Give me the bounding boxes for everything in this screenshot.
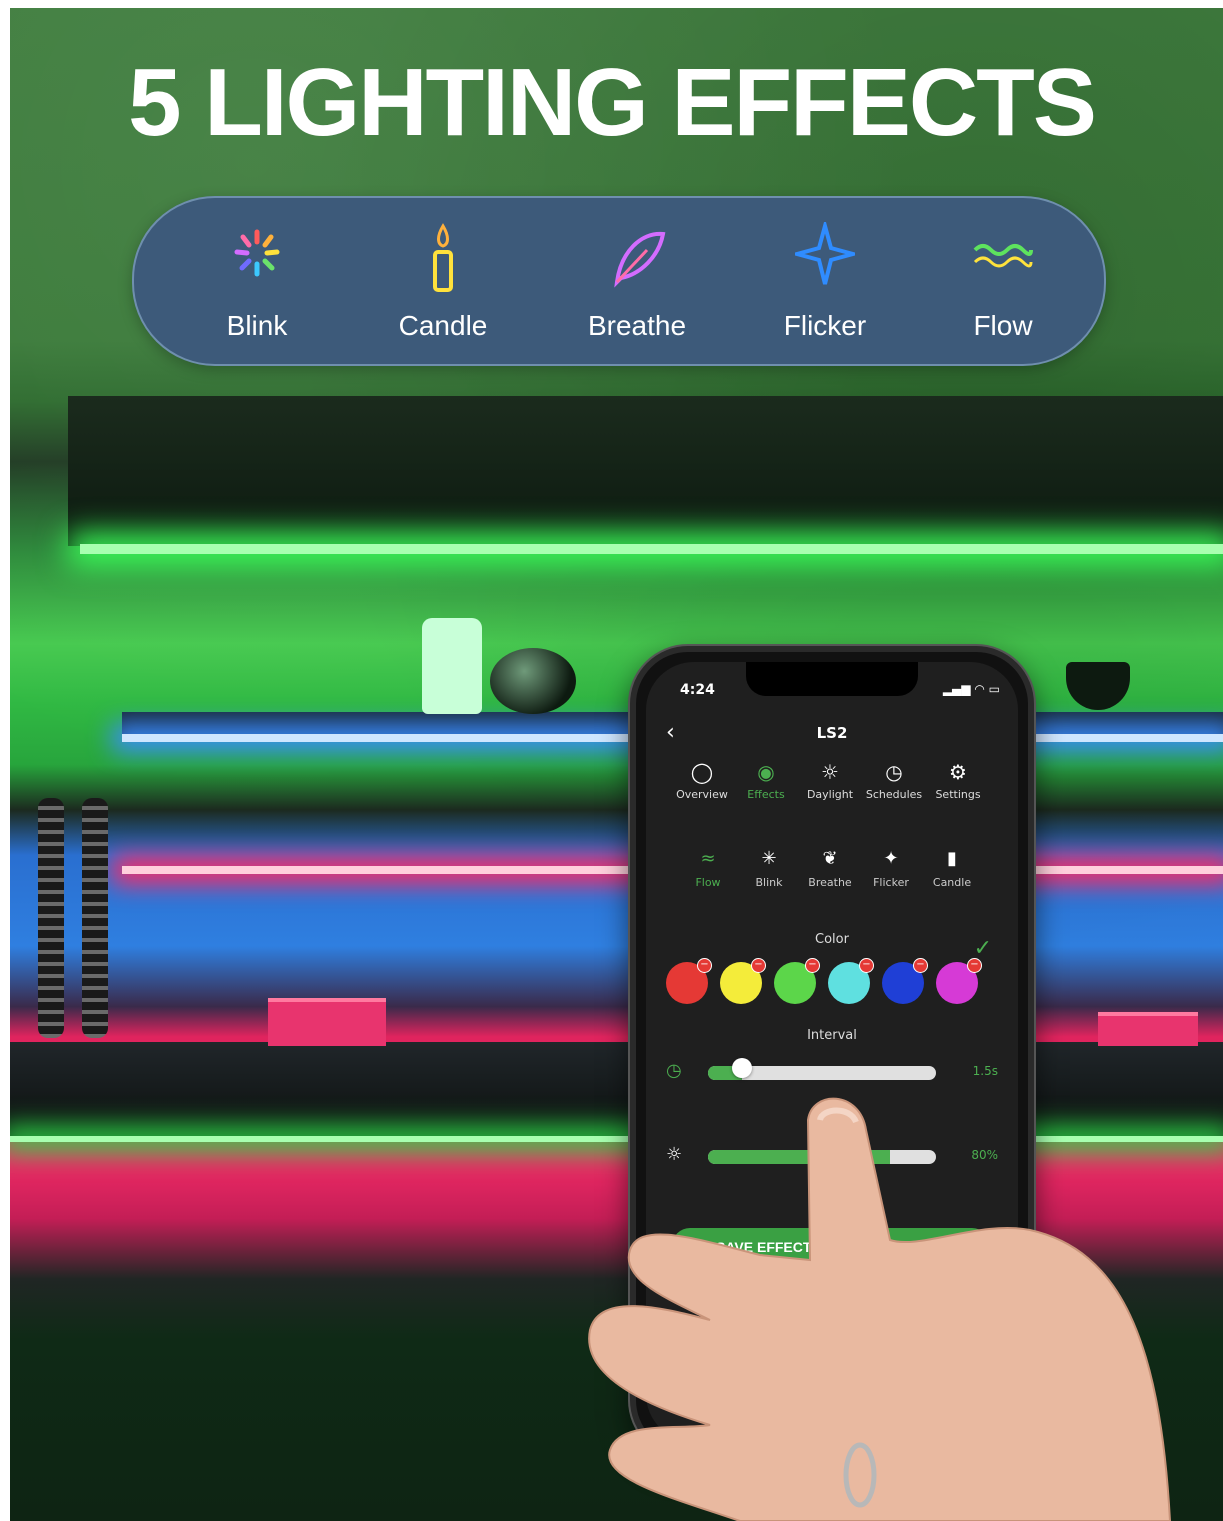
banner-label: Candle [398,310,488,341]
gear-icon: ⚙ [949,760,967,784]
banner-item-candle: Candle [358,198,528,364]
glass-bowl [490,648,576,714]
status-time: 4:24 [680,682,715,698]
remove-color-icon[interactable]: − [805,958,820,973]
top-shelf [68,396,1223,546]
color-swatches: − − − − − − [666,958,986,1008]
effect-flicker[interactable]: ✦ Flicker [859,848,923,889]
banner-label: Breathe [587,310,687,341]
clock-icon: ◷ [666,1060,682,1081]
star-icon [795,222,855,285]
feather-icon [614,231,666,288]
tab-label: Daylight [806,788,854,801]
books-right [1098,1012,1198,1046]
remove-color-icon[interactable]: − [913,958,928,973]
headline: 5 LIGHTING EFFECTS [128,49,1097,156]
interval-value: 1.5s [972,1064,998,1078]
effect-flow[interactable]: ≈ Flow [676,848,740,889]
bottle-left-2 [82,798,108,1038]
effect-label: Flow [695,876,721,889]
tab-overview[interactable]: ◯ Overview [670,760,734,801]
bottle-left [38,798,64,1038]
books-left [268,998,386,1046]
interval-label: Interval [807,1028,857,1043]
blink-icon [234,229,280,277]
status-icons: ▂▄▆ ◠ ▭ [943,682,1000,696]
color-swatch[interactable]: − [774,958,820,1004]
effect-breathe[interactable]: ❦ Breathe [798,848,862,889]
color-swatch[interactable]: − [720,958,766,1004]
battery-icon: ▭ [988,682,1000,696]
signal-icon: ▂▄▆ [942,682,971,696]
tab-label: Overview [676,788,728,801]
star-icon: ✦ [883,848,899,869]
tab-effects[interactable]: ◉ Effects [734,760,798,801]
color-swatch[interactable]: − [936,958,982,1004]
remove-color-icon[interactable]: − [859,958,874,973]
effect-blink[interactable]: ✳ Blink [737,848,801,889]
banner-item-breathe: Breathe [552,198,722,364]
tab-daylight[interactable]: ☼ Daylight [798,760,862,801]
tab-label: Schedules [865,788,923,801]
phone-notch [746,662,918,696]
effect-label: Breathe [808,876,852,889]
banner-item-flicker: Flicker [740,198,910,364]
tab-label: Effects [747,788,785,801]
green-led-strip [80,544,1223,554]
effect-label: Blink [755,876,783,889]
candle-icon [433,223,453,292]
effect-candle[interactable]: ▮ Candle [920,848,984,889]
hand [588,1097,1172,1521]
remove-color-icon[interactable]: − [967,958,982,973]
wave-icon [973,244,1033,268]
palette-icon: ◉ [757,760,775,784]
color-swatch[interactable]: − [828,958,874,1004]
banner-item-blink: Blink [172,198,342,364]
vase [422,618,482,714]
top-tabs: ◯ Overview ◉ Effects ☼ Daylight ◷ Schedu… [646,760,1018,820]
wave-icon: ≈ [700,848,716,869]
wifi-icon: ◠ [974,682,985,696]
tab-schedules[interactable]: ◷ Schedules [862,760,926,801]
color-swatch[interactable]: − [882,958,928,1004]
banner-label: Flicker [783,310,867,341]
effect-selector: ≈ Flow ✳ Blink ❦ Breathe ✦ Flicker ▮ Can… [646,848,1018,908]
tab-settings[interactable]: ⚙ Settings [926,760,990,801]
banner-item-flow: Flow [918,198,1088,364]
bulb-icon: ◯ [690,760,714,784]
blink-icon: ✳ [761,848,777,869]
candle-icon: ▮ [947,848,957,869]
alarm-icon: ◷ [885,760,903,784]
device-title: LS2 [816,724,848,742]
effect-label: Candle [932,876,972,889]
remove-color-icon[interactable]: − [751,958,766,973]
color-label: Color [815,932,849,947]
banner-label: Blink [226,310,288,341]
effects-banner: Blink Candle Breathe Flicker Flow [132,196,1106,366]
remove-color-icon[interactable]: − [697,958,712,973]
effect-label: Flicker [873,876,909,889]
color-swatch[interactable]: − [666,958,712,1004]
feather-icon: ❦ [822,848,838,869]
tab-label: Settings [935,788,981,801]
banner-label: Flow [973,310,1033,341]
sun-icon: ☼ [821,760,839,784]
